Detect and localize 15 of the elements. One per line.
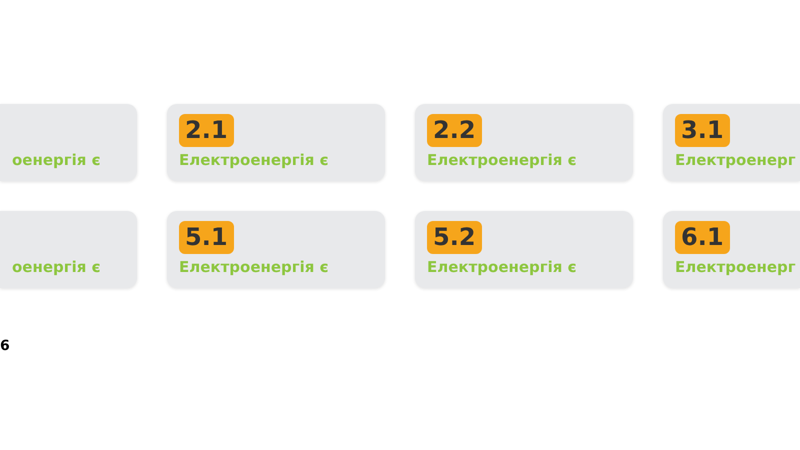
footer-text: 6 (0, 338, 11, 354)
status-label: оенергія є (12, 258, 100, 277)
status-label: Електроенерг (675, 258, 796, 277)
status-label: Електроенергія є (179, 258, 328, 277)
number-badge: 6.1 (675, 221, 730, 254)
number-badge: 5.2 (427, 221, 482, 254)
number-badge: 5.1 (179, 221, 234, 254)
status-label: оенергія є (12, 151, 100, 170)
number-badge: 2.1 (179, 114, 234, 147)
number-badge: 2.2 (427, 114, 482, 147)
status-label: Електроенергія є (179, 151, 328, 170)
status-label: Електроенерг (675, 151, 796, 170)
status-label: Електроенергія є (427, 151, 576, 170)
status-label: Електроенергія є (427, 258, 576, 277)
number-badge: 3.1 (675, 114, 730, 147)
